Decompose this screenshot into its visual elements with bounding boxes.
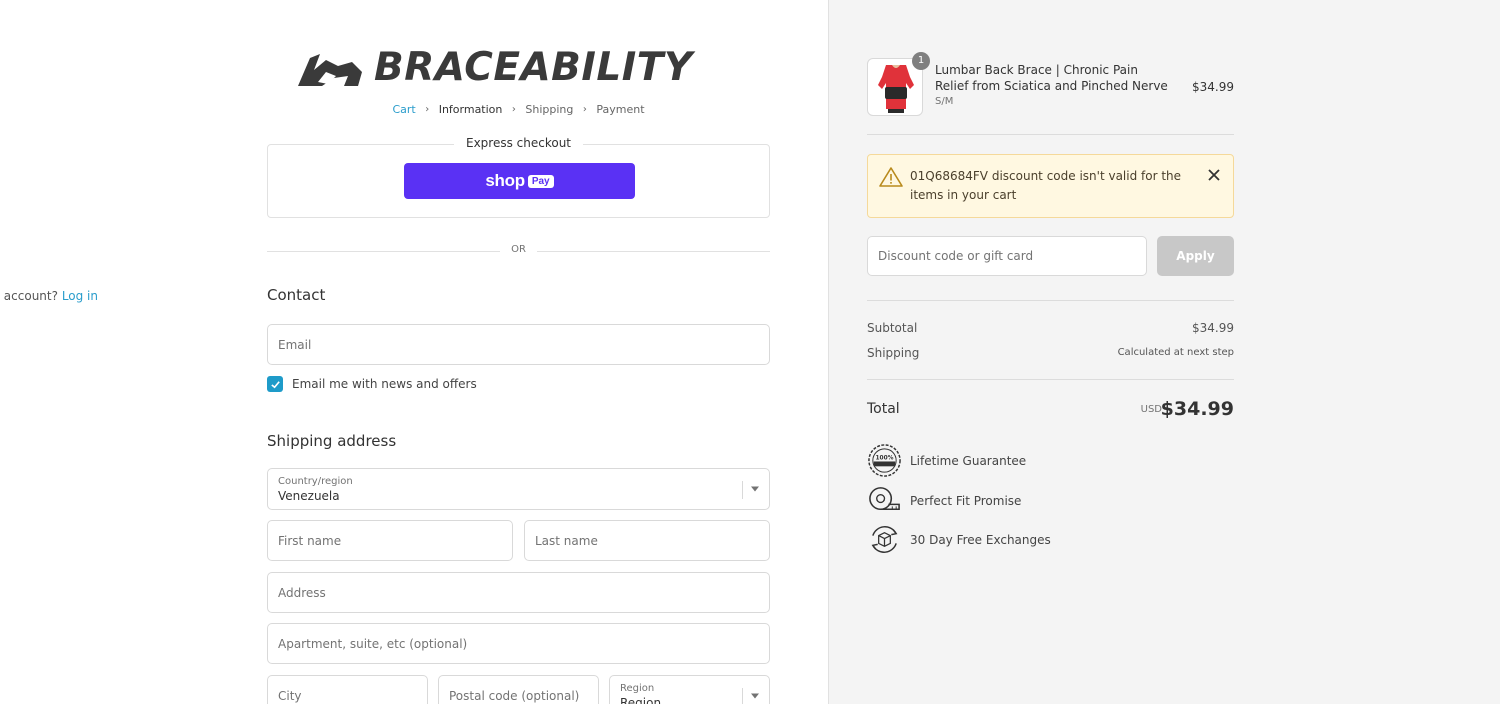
subtotal-label: Subtotal [867, 321, 918, 335]
chevron-right-icon: › [511, 103, 516, 115]
last-name-placeholder: Last name [535, 533, 598, 548]
shipping-value: Calculated at next step [1117, 347, 1234, 358]
email-placeholder: Email [278, 337, 312, 352]
total-value: $34.99 [1160, 398, 1234, 420]
brand-logo[interactable]: BRACEABILITY [296, 46, 742, 90]
guarantee-label: 30 Day Free Exchanges [910, 532, 1051, 547]
measuring-tape-icon [869, 487, 900, 511]
contact-title: Contact [267, 286, 326, 304]
discount-code: 01Q68684FV [910, 169, 988, 183]
guarantee-label: Lifetime Guarantee [910, 453, 1027, 468]
newsletter-label: Email me with news and offers [292, 377, 477, 391]
postal-code-field[interactable]: Postal code (optional) [438, 675, 599, 704]
guarantee-item: 30 Day Free Exchanges [867, 522, 1051, 557]
subtotal-value: $34.99 [1192, 321, 1234, 335]
brand-mark-icon [298, 54, 362, 86]
country-label: Country/region [278, 476, 353, 487]
select-separator [742, 688, 743, 704]
cart-line-item: 1 Lumbar Back Brace | Chronic Pain Relie… [867, 52, 1234, 116]
select-separator [742, 481, 743, 499]
checkout-main: BRACEABILITY Cart › Information › Shippi… [0, 0, 828, 704]
or-divider: OR [267, 244, 770, 258]
exchange-box-icon [871, 526, 898, 553]
breadcrumb-payment: Payment [596, 102, 645, 116]
brand-name: BRACEABILITY [374, 45, 693, 90]
express-checkout-box: Express checkout shop Pay [267, 136, 770, 218]
total-label: Total [867, 401, 900, 417]
chevron-right-icon: › [425, 103, 430, 115]
divider [867, 300, 1234, 301]
apartment-field[interactable]: Apartment, suite, etc (optional) [267, 623, 770, 664]
country-select[interactable]: Country/region Venezuela [267, 468, 770, 510]
city-field[interactable]: City [267, 675, 428, 704]
newsletter-option[interactable]: Email me with news and offers [267, 376, 477, 392]
have-account-label: Have an account? [0, 289, 58, 303]
guarantee-label: Perfect Fit Promise [910, 493, 1022, 508]
subtotal-row: Subtotal $34.99 [867, 321, 1234, 337]
breadcrumb-information: Information [438, 102, 503, 116]
guarantee-item: 100% Lifetime Guarantee [867, 443, 1026, 478]
breadcrumb-shipping: Shipping [525, 102, 574, 116]
checkmark-icon [270, 380, 280, 388]
guarantee-item: Perfect Fit Promise [867, 483, 1021, 518]
warning-icon [879, 167, 903, 187]
first-name-placeholder: First name [278, 533, 342, 548]
breadcrumb: Cart › Information › Shipping › Payment [267, 102, 770, 116]
chevron-down-icon [751, 486, 759, 492]
shop-pay-logo-text: shop [485, 171, 525, 190]
postal-code-placeholder: Postal code (optional) [449, 688, 580, 703]
svg-text:100%: 100% [875, 456, 893, 462]
breadcrumb-cart[interactable]: Cart [392, 103, 415, 116]
apply-button[interactable]: Apply [1157, 236, 1234, 276]
chevron-right-icon: › [582, 103, 587, 115]
divider [867, 379, 1234, 380]
shipping-label: Shipping [867, 346, 920, 360]
product-variant: S/M [935, 96, 954, 107]
guarantee-seal-icon: 100% [868, 444, 901, 477]
region-select[interactable]: Region Region [609, 675, 770, 704]
product-price: $34.99 [1192, 80, 1234, 94]
discount-code-field[interactable]: Discount code or gift card [867, 236, 1147, 276]
login-link[interactable]: Log in [62, 289, 98, 303]
first-name-field[interactable]: First name [267, 520, 513, 561]
currency-code: USD [1140, 404, 1162, 415]
region-label: Region [620, 683, 655, 694]
discount-placeholder: Discount code or gift card [878, 249, 1034, 263]
city-placeholder: City [278, 688, 302, 703]
discount-error-alert: 01Q68684FV discount code isn't valid for… [867, 154, 1234, 218]
shipping-address-title: Shipping address [267, 432, 397, 450]
close-icon[interactable] [1207, 168, 1221, 182]
last-name-field[interactable]: Last name [524, 520, 770, 561]
email-field[interactable]: Email [267, 324, 770, 365]
product-title: Lumbar Back Brace | Chronic Pain Relief … [935, 63, 1168, 93]
address-placeholder: Address [278, 585, 326, 600]
have-account-text: Have an account? Log in [0, 289, 98, 303]
apartment-placeholder: Apartment, suite, etc (optional) [278, 636, 468, 651]
shop-pay-badge: Pay [527, 174, 554, 188]
product-image [874, 63, 918, 113]
shipping-row: Shipping Calculated at next step [867, 346, 1234, 362]
chevron-down-icon [751, 693, 759, 698]
express-checkout-label: Express checkout [453, 136, 584, 150]
alert-message: 01Q68684FV discount code isn't valid for… [910, 167, 1192, 205]
newsletter-checkbox[interactable] [267, 376, 283, 392]
country-value: Venezuela [278, 489, 340, 503]
address-field[interactable]: Address [267, 572, 770, 613]
region-value: Region [620, 696, 662, 704]
total-row: Total USD $34.99 [867, 398, 1234, 424]
product-thumbnail: 1 [867, 52, 930, 116]
quantity-badge: 1 [912, 52, 930, 70]
shop-pay-button[interactable]: shop Pay [404, 163, 635, 199]
divider [867, 134, 1234, 135]
or-label: OR [511, 244, 526, 255]
